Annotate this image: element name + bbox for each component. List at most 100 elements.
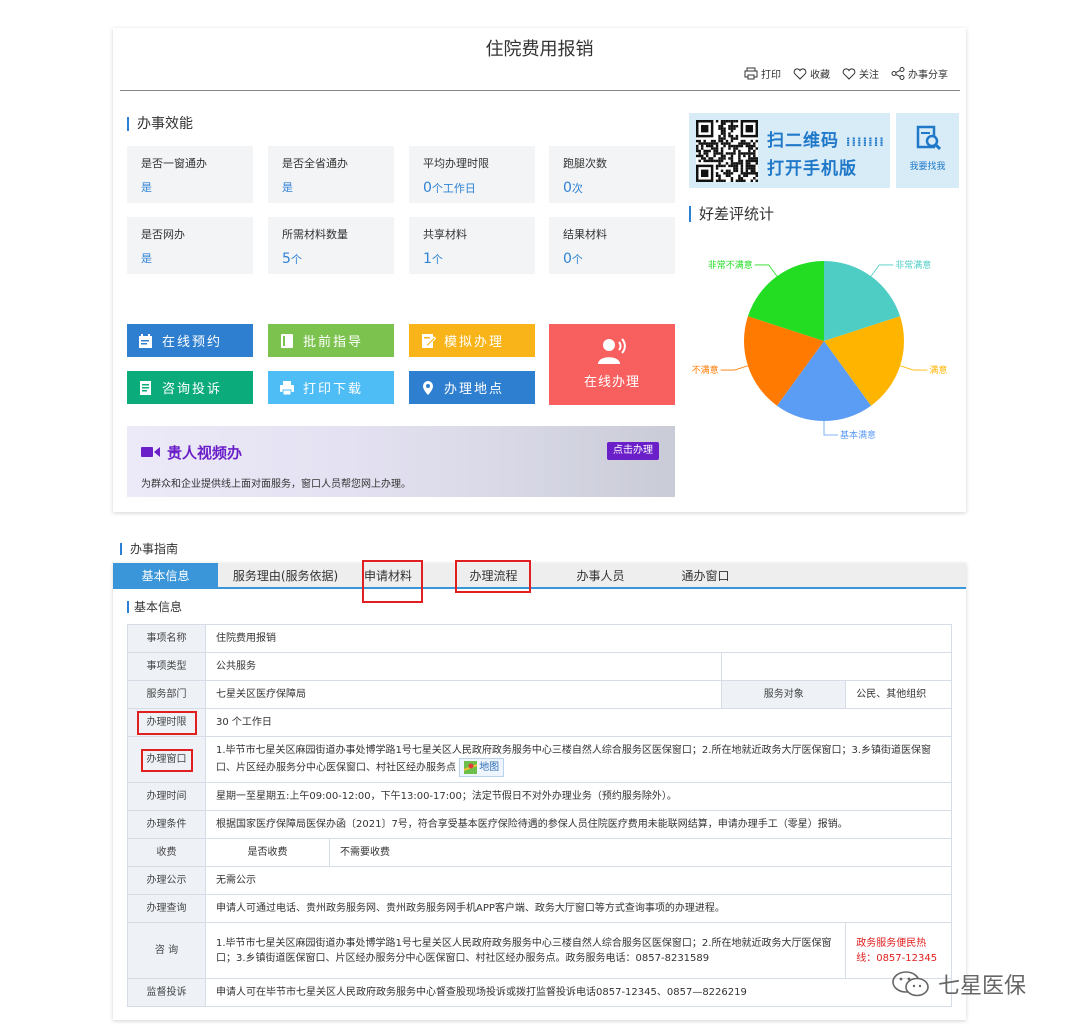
online-handle-button[interactable]: 在线办理	[549, 324, 675, 405]
printer-icon	[278, 379, 295, 396]
qr-code-panel[interactable]: 扫二维码 ⁞⁞⁞⁞⁞⁞⁞ 打开手机版	[689, 113, 890, 188]
camera-icon	[141, 447, 160, 457]
tab-service-basis[interactable]: 服务理由(服务依据)	[218, 563, 353, 589]
share-icon	[891, 67, 905, 80]
row-value: 无需公示	[205, 866, 952, 895]
pie-label-3: 不满意	[692, 364, 719, 376]
stat-province-wide: 是否全省通办 是	[268, 146, 394, 203]
pie-leader-0	[870, 264, 894, 277]
row-value: 申请人可在毕节市七星关区人民政府政务服务中心督查股现场投诉或拨打监督投诉电话08…	[205, 978, 952, 1007]
stat-number: 0	[563, 180, 572, 196]
highlight-time-limit	[137, 711, 197, 735]
highlight-window	[141, 749, 193, 772]
row-key: 办理查询	[127, 894, 206, 923]
row-key: 服务部门	[127, 680, 206, 709]
stat-label: 共享材料	[423, 228, 467, 241]
guide-heading: 办事指南	[120, 543, 178, 555]
stat-label: 是否全省通办	[282, 157, 348, 170]
stat-label: 是否一窗通办	[141, 157, 207, 170]
row-value: 申请人可通过电话、贵州政务服务网、贵州政务服务网手机APP客户端、政务大厅窗口等…	[205, 894, 952, 923]
consult-complaint-button[interactable]: 咨询投诉	[127, 371, 253, 404]
service-summary-card: 住院费用报销 打印 收藏 关注 办事分享 办事效能 是否一窗通办 是 是否全省通…	[113, 28, 966, 512]
rating-heading: 好差评统计	[689, 206, 774, 222]
stat-unit: 次	[571, 182, 583, 195]
tab-windows[interactable]: 通办窗口	[668, 563, 743, 589]
window-text: 1.毕节市七星关区麻园街道办事处博学路1号七星关区人民政府政务服务中心三楼自然人…	[216, 744, 931, 774]
video-title: 贵人视频办	[167, 444, 243, 462]
tab-staff[interactable]: 办事人员	[563, 563, 638, 589]
watermark-text: 七星医保	[938, 974, 1027, 999]
wechat-icon	[892, 971, 929, 997]
pie-leader-3	[720, 365, 749, 371]
efficiency-heading: 办事效能	[127, 117, 193, 131]
row-key: 服务对象	[721, 680, 847, 709]
button-label: 在线预约	[162, 335, 223, 350]
stat-number: 0	[563, 251, 572, 267]
stat-avg-time: 平均办理时限 0个工作日	[409, 146, 535, 203]
row-value: 不需要收费	[329, 838, 952, 867]
table-row: 服务部门 七星关区医疗保障局 服务对象 公民、其他组织	[127, 680, 952, 709]
stat-value: 是	[282, 181, 293, 194]
row-value: 住院费用报销	[205, 624, 952, 653]
button-label: 在线办理	[583, 375, 640, 390]
highlight-process	[455, 560, 531, 593]
table-row: 办理查询 申请人可通过电话、贵州政务服务网、贵州政务服务网手机APP客户端、政务…	[127, 894, 952, 923]
share-label: 办事分享	[908, 70, 948, 81]
stat-unit: 个	[290, 253, 302, 266]
qr-code	[696, 120, 758, 182]
follow-label: 关注	[859, 70, 879, 81]
page-title: 住院费用报销	[485, 39, 594, 60]
stat-label: 所需材料数量	[282, 228, 348, 241]
location-button[interactable]: 办理地点	[409, 371, 535, 404]
pie-label-4: 非常不满意	[708, 259, 753, 271]
row-value: 七星关区医疗保障局	[204, 680, 723, 709]
video-service-banner[interactable]: 贵人视频办 为群众和企业提供线上面对面服务，窗口人员帮您网上办理。 点击办理	[127, 426, 675, 497]
print-download-button[interactable]: 打印下载	[268, 371, 394, 404]
stat-unit: 个	[571, 253, 583, 266]
service-guide-card: 基本信息 服务理由(服务依据) 申请材料 办理流程 办事人员 通办窗口 基本信息…	[113, 560, 966, 1020]
calendar-icon	[137, 332, 154, 349]
row-value: 公民、其他组织	[845, 680, 952, 709]
table-row: 监督投诉 申请人可在毕节市七星关区人民政府政务服务中心督查股现场投诉或拨打监督投…	[127, 978, 952, 1007]
tab-basic-info[interactable]: 基本信息	[113, 563, 218, 589]
table-row: 事项类型 公共服务	[127, 652, 952, 681]
row-key: 监督投诉	[127, 978, 206, 1007]
video-handle-button[interactable]: 点击办理	[607, 442, 659, 460]
qr-line-1: 扫二维码 ⁞⁞⁞⁞⁞⁞⁞	[767, 131, 885, 151]
simulate-button[interactable]: 模拟办理	[409, 324, 535, 357]
row-key: 是否收费	[205, 838, 330, 867]
table-row: 事项名称 住院费用报销	[127, 624, 952, 653]
button-label: 咨询投诉	[162, 382, 223, 397]
pre-approval-guide-button[interactable]: 批前指导	[268, 324, 394, 357]
favorite-label: 收藏	[810, 70, 830, 81]
printer-icon	[744, 67, 758, 80]
favorite-action[interactable]: 收藏	[793, 66, 830, 81]
stat-value: 是	[141, 252, 152, 265]
heart-icon	[793, 67, 807, 80]
wechat-watermark: 七星医保	[890, 968, 1026, 1000]
stat-one-window: 是否一窗通办 是	[127, 146, 253, 203]
follow-action[interactable]: 关注	[842, 66, 879, 81]
map-button[interactable]: 地图	[459, 757, 505, 777]
stat-value: 0次	[563, 180, 583, 196]
stat-materials: 所需材料数量 5个	[268, 217, 394, 274]
stat-unit: 个	[431, 253, 443, 266]
stat-value: 5个	[282, 251, 302, 267]
edit-document-icon	[419, 332, 436, 349]
print-action[interactable]: 打印	[744, 66, 781, 81]
search-document-icon	[916, 125, 941, 151]
row-value: 1.毕节市七星关区麻园街道办事处博学路1号七星关区人民政府政务服务中心三楼自然人…	[205, 736, 952, 783]
online-booking-button[interactable]: 在线预约	[127, 324, 253, 357]
stat-label: 跑腿次数	[563, 157, 607, 170]
stat-label: 平均办理时限	[423, 157, 489, 170]
stat-value: 是	[141, 181, 152, 194]
row-key: 办理条件	[127, 810, 206, 839]
share-action[interactable]: 办事分享	[891, 66, 948, 81]
video-subtitle: 为群众和企业提供线上面对面服务，窗口人员帮您网上办理。	[141, 479, 411, 490]
pie-leader-1	[899, 365, 928, 371]
row-empty	[721, 652, 952, 681]
user-voice-icon	[598, 338, 626, 364]
button-label: 办理地点	[444, 382, 505, 397]
table-row: 办理公示 无需公示	[127, 866, 952, 895]
find-me-button[interactable]: 我要找我	[896, 113, 959, 188]
